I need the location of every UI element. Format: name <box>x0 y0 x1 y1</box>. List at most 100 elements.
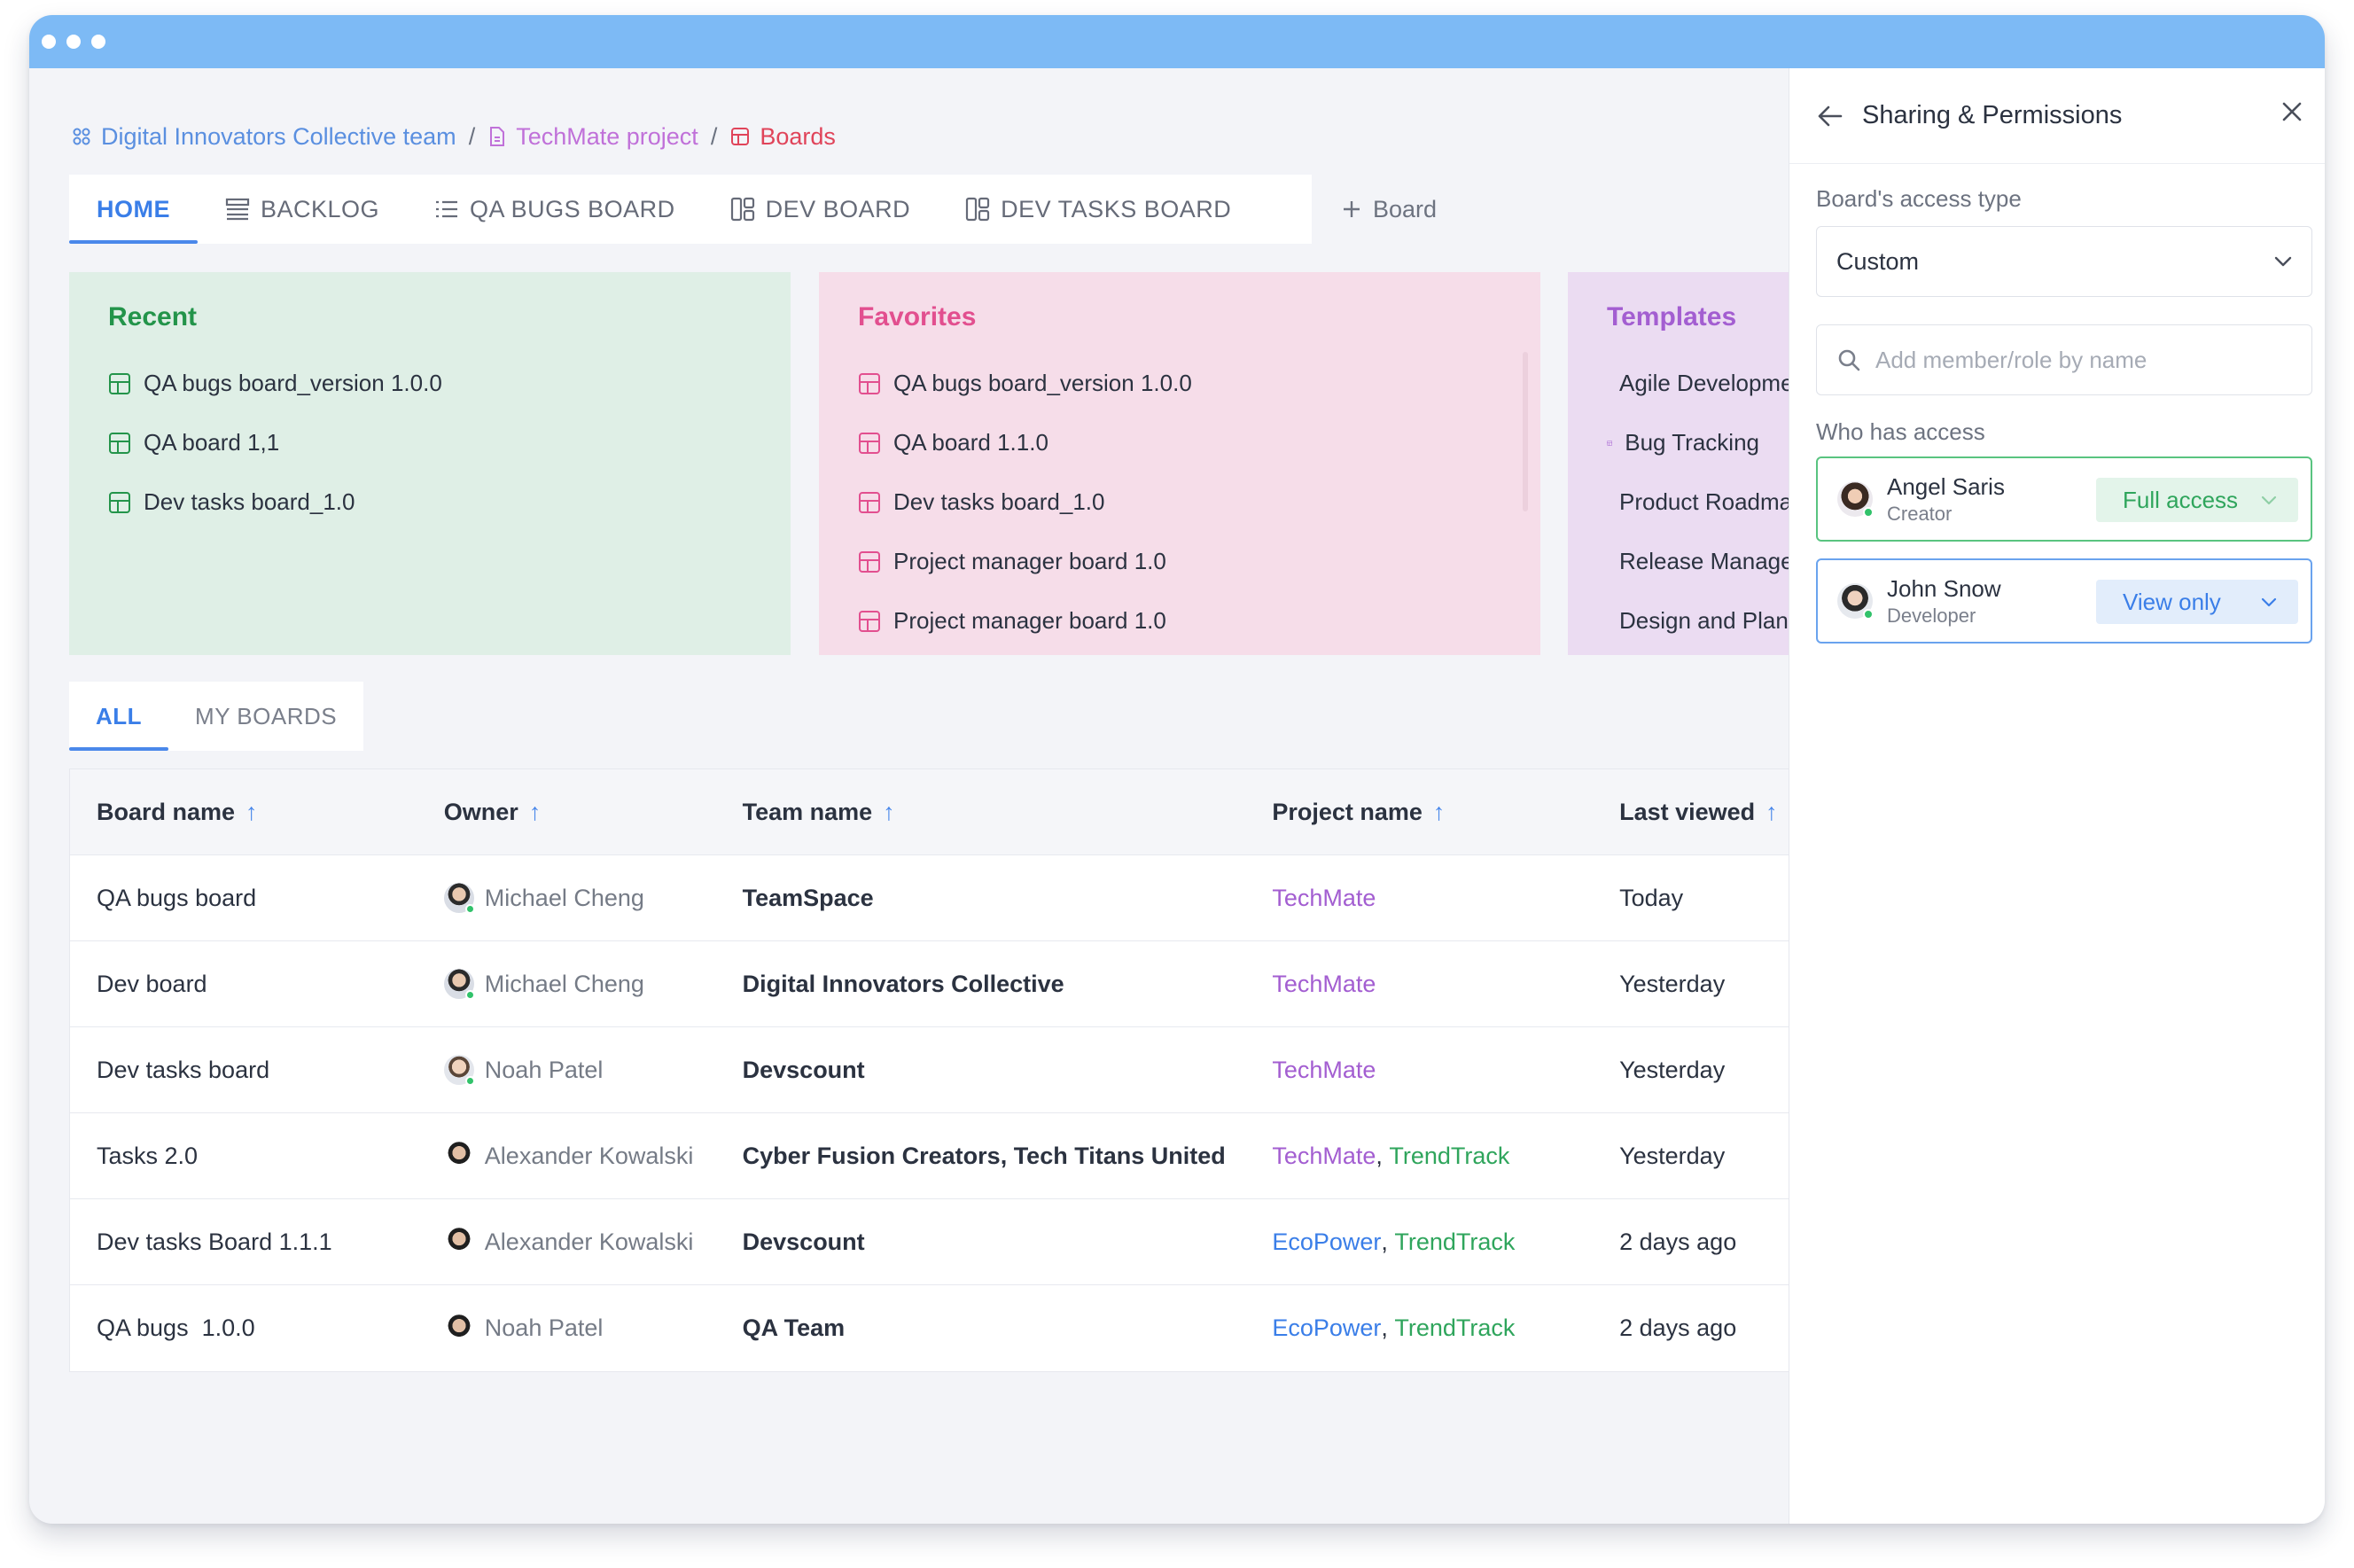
cell-team-name: QA Team <box>742 1314 846 1341</box>
project-link[interactable]: TechMate <box>1272 1057 1376 1084</box>
document-icon <box>490 127 505 146</box>
breadcrumb-team[interactable]: Digital Innovators Collective team <box>71 123 456 151</box>
owner-name: Michael Cheng <box>484 970 644 997</box>
member-search-input[interactable] <box>1875 346 2283 374</box>
access-level-select[interactable]: Full access <box>2096 478 2298 522</box>
tab-label: ALL <box>96 702 143 729</box>
cell-last-viewed: Yesterday <box>1619 1142 1726 1169</box>
header-project-name[interactable]: Project name ↑ <box>1245 799 1593 826</box>
owner-name: Michael Cheng <box>484 884 644 911</box>
tab-dev-tasks-board[interactable]: DEV TASKS BOARD <box>938 175 1259 244</box>
arrow-left-icon[interactable] <box>1816 104 1844 129</box>
tab-home[interactable]: HOME <box>69 175 198 244</box>
cell-board-name: QA bugs board <box>97 884 257 911</box>
breadcrumb-project[interactable]: TechMate project <box>487 123 698 151</box>
cell-team-name: Devscount <box>742 1228 865 1255</box>
project-link[interactable]: TechMate <box>1272 1143 1376 1170</box>
favorites-item-label: QA board 1.1.0 <box>893 429 1048 456</box>
board-grid-icon <box>109 432 130 454</box>
board-tabs: HOME BACKLOG QA BUGS BOARD DEV BOARD DEV… <box>69 175 1312 244</box>
project-link[interactable]: TrendTrack <box>1394 1314 1515 1342</box>
favorites-item-label: QA bugs board_version 1.0.0 <box>893 370 1192 396</box>
favorites-scrollbar[interactable] <box>1523 352 1528 511</box>
avatar <box>443 883 475 914</box>
search-icon <box>1838 349 1860 371</box>
favorites-item[interactable]: QA board 1.1.0 <box>858 413 1501 472</box>
window-dot-3[interactable] <box>91 35 105 49</box>
breadcrumb-current[interactable]: Boards <box>729 123 836 151</box>
owner-name: Alexander Kowalski <box>484 1228 694 1255</box>
main-content: Digital Innovators Collective team / Tec… <box>29 68 1806 1524</box>
tab-qa-bugs-board[interactable]: QA BUGS BOARD <box>407 175 703 244</box>
templates-item[interactable]: Design and Planning <box>1607 591 1798 651</box>
owner-name: Noah Patel <box>484 1056 604 1083</box>
access-type-value: Custom <box>1836 247 1920 275</box>
board-grid-icon <box>859 610 880 632</box>
board-grid-icon <box>109 372 130 394</box>
breadcrumb-separator: / <box>468 122 476 150</box>
favorites-item[interactable]: Project manager board 1.0 <box>858 591 1501 651</box>
templates-item-label: Product Roadmap <box>1619 488 1798 515</box>
project-link[interactable]: TechMate <box>1272 971 1376 998</box>
window-dot-1[interactable] <box>42 35 56 49</box>
tab-my-boards[interactable]: MY BOARDS <box>168 682 363 751</box>
favorites-item[interactable]: Project manager board 1.0 <box>858 532 1501 591</box>
header-label: Board name <box>97 798 236 825</box>
table-row[interactable]: Dev tasks Board 1.1.1 Alexander Kowalski… <box>70 1199 1805 1285</box>
header-last-viewed[interactable]: Last viewed ↑ <box>1593 799 1805 826</box>
project-link[interactable]: TrendTrack <box>1394 1229 1515 1256</box>
close-icon[interactable] <box>2280 100 2303 123</box>
recent-item[interactable]: QA bugs board_version 1.0.0 <box>108 354 752 413</box>
table-header-row: Board name ↑ Owner ↑ Team name ↑ Project na… <box>70 769 1805 855</box>
project-separator: , <box>1376 1142 1390 1169</box>
favorites-item[interactable]: Dev tasks board_1.0 <box>858 472 1501 532</box>
templates-item[interactable]: Release Management <box>1607 532 1798 591</box>
recent-item-label: Dev tasks board_1.0 <box>144 488 355 515</box>
breadcrumb-current-label: Boards <box>760 122 836 150</box>
templates-item[interactable]: Bug Tracking <box>1607 413 1759 472</box>
member-name: John Snow <box>1887 574 2001 602</box>
member-info: John Snow Developer <box>1887 575 2001 628</box>
window-dot-2[interactable] <box>66 35 81 49</box>
recent-item[interactable]: Dev tasks board_1.0 <box>108 472 752 532</box>
favorites-item[interactable]: QA bugs board_version 1.0.0 <box>858 354 1501 413</box>
project-link[interactable]: EcoPower <box>1272 1314 1381 1342</box>
table-row[interactable]: Dev tasks board Noah Patel Devscount Tec… <box>70 1027 1805 1113</box>
project-link[interactable]: EcoPower <box>1272 1229 1381 1256</box>
tab-dev-board[interactable]: DEV BOARD <box>703 175 939 244</box>
online-status-dot <box>464 990 475 1000</box>
avatar <box>443 1141 474 1171</box>
project-link[interactable]: TechMate <box>1272 885 1376 912</box>
board-grid-icon <box>859 372 880 394</box>
access-type-select[interactable]: Custom <box>1816 226 2312 297</box>
templates-item[interactable]: Product Roadmap <box>1607 472 1798 532</box>
breadcrumb-team-label: Digital Innovators Collective team <box>101 122 456 150</box>
member-search-field[interactable] <box>1816 324 2312 395</box>
header-team-name[interactable]: Team name ↑ <box>716 799 1246 826</box>
board-grid-icon <box>859 491 880 513</box>
header-label: Team name <box>742 798 873 825</box>
table-row[interactable]: Dev board Michael Cheng Digital Innovato… <box>70 941 1805 1027</box>
online-status-dot <box>1863 609 1874 620</box>
table-row[interactable]: QA bugs board Michael Cheng TeamSpace Te… <box>70 855 1805 941</box>
recent-list: QA bugs board_version 1.0.0 QA board 1,1… <box>108 354 752 532</box>
table-row[interactable]: Tasks 2.0 Alexander Kowalski Cyber Fusio… <box>70 1113 1805 1199</box>
breadcrumb: Digital Innovators Collective team / Tec… <box>71 119 836 154</box>
header-board-name[interactable]: Board name ↑ <box>70 799 417 826</box>
header-owner[interactable]: Owner ↑ <box>417 799 716 826</box>
tab-label: QA BUGS BOARD <box>470 195 675 222</box>
recent-item[interactable]: QA board 1,1 <box>108 413 752 472</box>
add-board-button[interactable]: Board <box>1341 175 1437 244</box>
online-status-dot <box>464 1076 475 1086</box>
tab-backlog[interactable]: BACKLOG <box>198 175 407 244</box>
access-level-select[interactable]: View only <box>2096 580 2298 624</box>
project-link[interactable]: TrendTrack <box>1389 1143 1509 1170</box>
table-row[interactable]: QA bugs 1.0.0 Noah Patel QA Team EcoPowe… <box>70 1285 1805 1371</box>
templates-item[interactable]: Agile Development <box>1607 354 1798 413</box>
cell-team-name: TeamSpace <box>742 884 874 911</box>
owner-name: Alexander Kowalski <box>484 1142 694 1169</box>
header-label: Project name <box>1272 798 1423 825</box>
board-grid-icon <box>1607 440 1613 446</box>
breadcrumb-project-label: TechMate project <box>516 122 698 150</box>
tab-all[interactable]: ALL <box>69 682 169 751</box>
